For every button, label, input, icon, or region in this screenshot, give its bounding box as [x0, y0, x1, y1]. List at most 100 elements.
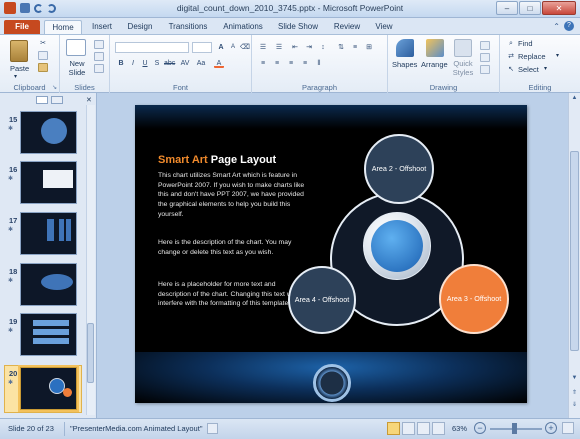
area-2-circle[interactable]: Area 2 - Offshoot [364, 134, 434, 204]
slide-thumbnail-19[interactable] [20, 313, 77, 356]
strikethrough-icon[interactable]: abc [164, 59, 175, 68]
replace-button[interactable]: Replace [518, 52, 546, 61]
find-icon[interactable]: ⌕ [506, 39, 516, 48]
shadow-icon[interactable]: S [152, 59, 162, 68]
arrange-icon[interactable] [426, 39, 444, 57]
tab-view[interactable]: View [370, 20, 398, 34]
align-right-icon[interactable]: ≡ [286, 59, 296, 68]
arrange-button[interactable]: Arrange [421, 60, 448, 69]
outline-tab-icon[interactable] [51, 96, 63, 104]
tab-review[interactable]: Review [330, 20, 364, 34]
slide-thumbnail-18[interactable] [20, 263, 77, 306]
scroll-up-icon[interactable]: ▲ [570, 95, 579, 104]
slide-paragraph-1[interactable]: This chart utilizes Smart Art which is f… [158, 171, 310, 220]
bullets-icon[interactable]: ☰ [258, 43, 268, 52]
zoom-slider-thumb[interactable] [512, 423, 517, 434]
decrease-indent-icon[interactable]: ⇤ [290, 43, 300, 52]
layout-icon[interactable] [94, 40, 104, 49]
zoom-in-icon[interactable]: + [545, 422, 557, 434]
increase-indent-icon[interactable]: ⇥ [304, 43, 314, 52]
tab-animations[interactable]: Animations [220, 20, 266, 34]
change-case-icon[interactable]: Aa [196, 59, 206, 68]
spell-check-icon[interactable] [207, 423, 218, 434]
cut-icon[interactable]: ✂ [38, 39, 48, 48]
reading-view-icon[interactable] [417, 422, 430, 435]
slide-paragraph-3[interactable]: Here is a placeholder for more text and … [158, 280, 310, 309]
slide-thumbnail-17[interactable] [20, 212, 77, 255]
current-slide[interactable]: Smart Art Page Layout This chart utilize… [135, 105, 527, 403]
slide-thumbnail-15[interactable] [20, 111, 77, 154]
paste-dropdown-icon[interactable]: ▾ [14, 73, 17, 80]
tab-file[interactable]: File [4, 20, 40, 34]
align-left-icon[interactable]: ≡ [258, 59, 268, 68]
tab-home[interactable]: Home [44, 20, 82, 34]
quick-styles-icon[interactable] [454, 39, 472, 57]
shape-effects-icon[interactable] [480, 65, 490, 74]
slide-show-view-icon[interactable] [432, 422, 445, 435]
select-button[interactable]: Select [518, 65, 539, 74]
minimize-button[interactable]: – [496, 1, 518, 15]
fit-slide-icon[interactable] [562, 422, 574, 434]
bold-icon[interactable]: B [116, 59, 126, 68]
area-4-circle[interactable]: Area 4 - Offshoot [288, 266, 356, 334]
section-icon[interactable] [94, 64, 104, 73]
shapes-icon[interactable] [396, 39, 414, 57]
scroll-down-icon[interactable]: ▼ [570, 375, 579, 384]
clear-formatting-icon[interactable]: ⌫ [240, 43, 250, 52]
vertical-scroll-thumb[interactable] [570, 151, 579, 351]
italic-icon[interactable]: I [128, 59, 138, 68]
zoom-level[interactable]: 63% [452, 424, 467, 433]
tab-transitions[interactable]: Transitions [164, 20, 212, 34]
shape-outline-icon[interactable] [480, 53, 490, 62]
copy-icon[interactable] [38, 51, 48, 60]
font-name-field[interactable] [115, 42, 189, 53]
font-color-icon[interactable]: A [214, 59, 224, 68]
smartart-icon[interactable]: ⊞ [364, 43, 374, 52]
text-direction-icon[interactable]: ⇅ [336, 43, 346, 52]
select-icon[interactable]: ↖ [506, 65, 516, 74]
close-button[interactable]: ✕ [542, 1, 576, 15]
quick-styles-button[interactable]: Quick Styles [450, 59, 476, 77]
next-slide-icon[interactable]: ⇓ [570, 401, 579, 410]
help-icon[interactable]: ? [564, 21, 574, 31]
grow-font-icon[interactable]: A [216, 43, 226, 52]
align-center-icon[interactable]: ≡ [272, 59, 282, 68]
numbering-icon[interactable]: ☰ [274, 43, 284, 52]
underline-icon[interactable]: U [140, 59, 150, 68]
previous-slide-icon[interactable]: ⇑ [570, 389, 579, 398]
slide-title[interactable]: Smart Art Page Layout [158, 154, 276, 166]
new-slide-icon[interactable] [66, 39, 86, 56]
replace-dropdown-icon[interactable]: ▾ [556, 52, 559, 59]
close-pane-icon[interactable]: ✕ [86, 96, 92, 104]
justify-icon[interactable]: ≡ [300, 59, 310, 68]
slide-sorter-view-icon[interactable] [402, 422, 415, 435]
new-slide-button[interactable]: New Slide [64, 59, 90, 77]
normal-view-icon[interactable] [387, 422, 400, 435]
vertical-scrollbar[interactable]: ▲ ▼ ⇑ ⇓ [568, 93, 580, 418]
select-dropdown-icon[interactable]: ▾ [544, 65, 547, 72]
columns-icon[interactable]: ⫴ [314, 59, 324, 68]
slides-pane-scroll-thumb[interactable] [87, 323, 94, 383]
format-painter-icon[interactable] [38, 63, 48, 72]
area-3-circle[interactable]: Area 3 - Offshoot [439, 264, 509, 334]
tab-slide-show[interactable]: Slide Show [274, 20, 322, 34]
clipboard-launcher-icon[interactable]: ↘ [52, 84, 57, 91]
shape-fill-icon[interactable] [480, 41, 490, 50]
tab-design[interactable]: Design [122, 20, 158, 34]
ribbon-collapse-icon[interactable]: ⌃ [553, 22, 560, 31]
character-spacing-icon[interactable]: AV [180, 59, 190, 68]
shapes-button[interactable]: Shapes [392, 60, 417, 69]
shrink-font-icon[interactable]: A [228, 43, 238, 52]
slide-thumbnail-16[interactable] [20, 161, 77, 204]
reset-icon[interactable] [94, 52, 104, 61]
slides-tab-icon[interactable] [36, 96, 48, 104]
zoom-out-icon[interactable]: − [474, 422, 486, 434]
line-spacing-icon[interactable]: ↕ [318, 43, 328, 52]
find-button[interactable]: Find [518, 39, 533, 48]
maximize-button[interactable]: □ [519, 1, 541, 15]
paste-button[interactable]: Paste [10, 64, 29, 73]
align-text-icon[interactable]: ≡ [350, 43, 360, 52]
slide-thumbnail-20[interactable] [18, 365, 79, 412]
tab-insert[interactable]: Insert [86, 20, 118, 34]
slide-paragraph-2[interactable]: Here is the description of the chart. Yo… [158, 238, 310, 257]
